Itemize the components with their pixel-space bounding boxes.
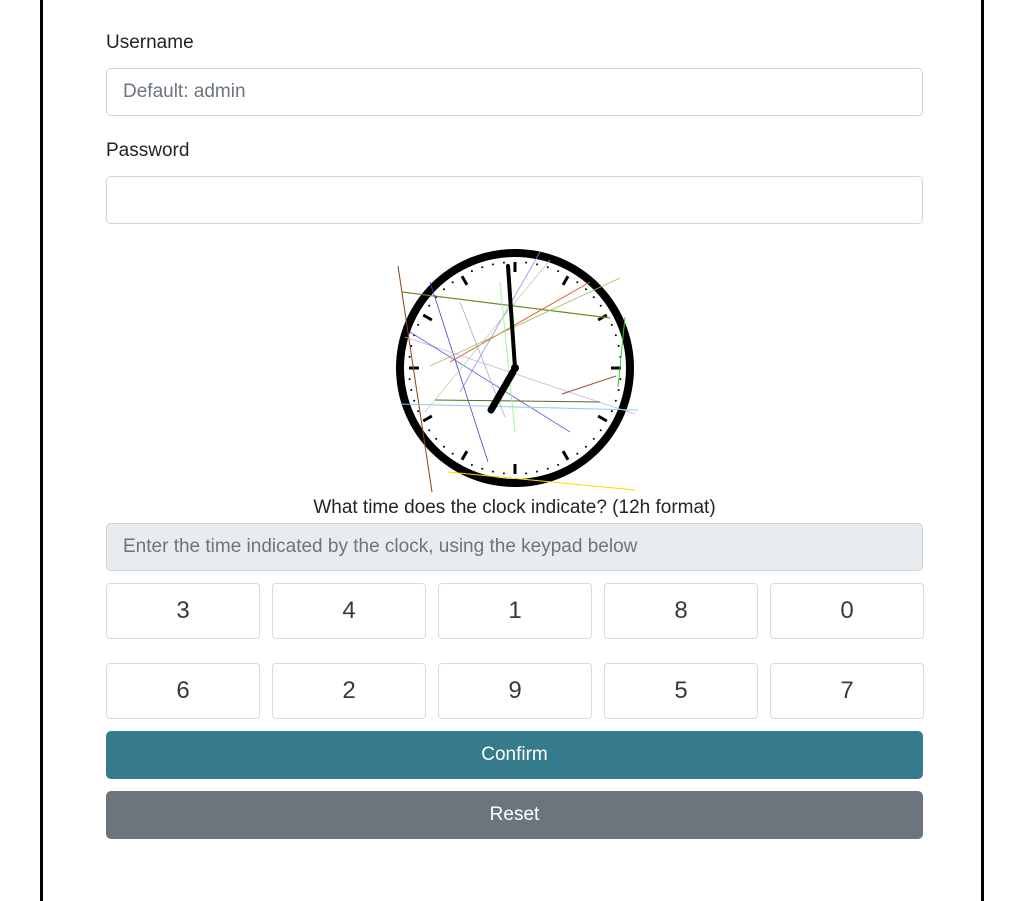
captcha-answer-input[interactable] bbox=[106, 523, 923, 571]
clock-minute-dot bbox=[502, 472, 505, 475]
clock-minute-dot bbox=[481, 266, 484, 269]
clock-minute-dot bbox=[610, 410, 613, 413]
captcha-clock bbox=[390, 242, 640, 494]
clock-minute-dot bbox=[557, 463, 560, 466]
clock-minute-dot bbox=[435, 437, 438, 440]
clock-minute-dot bbox=[619, 378, 622, 381]
confirm-button[interactable]: Confirm bbox=[106, 731, 923, 779]
clock-minute-dot bbox=[576, 281, 579, 284]
keypad-key[interactable]: 7 bbox=[770, 663, 924, 719]
clock-minute-dot bbox=[428, 304, 431, 307]
captcha-question: What time does the clock indicate? (12h … bbox=[313, 497, 716, 518]
clock-minute-dot bbox=[525, 472, 528, 475]
password-input[interactable] bbox=[106, 176, 923, 224]
clock-minute-dot bbox=[592, 296, 595, 299]
clock-minute-dot bbox=[491, 263, 494, 266]
clock-minute-dot bbox=[546, 266, 549, 269]
clock-minute-dot bbox=[481, 467, 484, 470]
clock-minute-dot bbox=[470, 270, 473, 273]
clock-minute-dot bbox=[443, 288, 446, 291]
clock-minute-dot bbox=[470, 463, 473, 466]
clock-minute-dot bbox=[584, 288, 587, 291]
clock-minute-dot bbox=[413, 399, 416, 402]
keypad-key[interactable]: 4 bbox=[272, 583, 426, 639]
clock-minute-dot bbox=[610, 323, 613, 326]
keypad-key[interactable]: 2 bbox=[272, 663, 426, 719]
reset-button[interactable]: Reset bbox=[106, 791, 923, 839]
keypad-key[interactable]: 3 bbox=[106, 583, 260, 639]
clock-minute-dot bbox=[417, 323, 420, 326]
clock-minute-dot bbox=[491, 470, 494, 473]
clock-minute-dot bbox=[617, 389, 620, 392]
clock-minute-dot bbox=[614, 399, 617, 402]
clock-minute-dot bbox=[599, 304, 602, 307]
clock-minute-dot bbox=[417, 410, 420, 413]
clock-minute-dot bbox=[617, 344, 620, 347]
clock-minute-dot bbox=[536, 470, 539, 473]
clock-minute-dot bbox=[525, 261, 528, 264]
clock-minute-dot bbox=[451, 452, 454, 455]
clock-minute-dot bbox=[546, 467, 549, 470]
keypad-key[interactable]: 6 bbox=[106, 663, 260, 719]
clock-minute-dot bbox=[557, 270, 560, 273]
clock-minute-dot bbox=[408, 378, 411, 381]
keypad-key[interactable]: 1 bbox=[438, 583, 592, 639]
keypad-key[interactable]: 5 bbox=[604, 663, 758, 719]
clock-image bbox=[396, 249, 639, 493]
keypad-key[interactable]: 8 bbox=[604, 583, 758, 639]
username-input[interactable] bbox=[106, 68, 923, 116]
keypad-key[interactable]: 9 bbox=[438, 663, 592, 719]
clock-minute-dot bbox=[502, 261, 505, 264]
username-label: Username bbox=[106, 32, 194, 53]
clock-minute-dot bbox=[451, 281, 454, 284]
clock-minute-dot bbox=[428, 429, 431, 432]
clock-minute-dot bbox=[443, 445, 446, 448]
clock-minute-dot bbox=[592, 437, 595, 440]
clock-minute-dot bbox=[614, 334, 617, 337]
clock-minute-dot bbox=[599, 429, 602, 432]
password-label: Password bbox=[106, 140, 190, 161]
clock-minute-dot bbox=[536, 263, 539, 266]
clock-minute-dot bbox=[576, 452, 579, 455]
keypad-key[interactable]: 0 bbox=[770, 583, 924, 639]
clock-minute-dot bbox=[410, 389, 413, 392]
clock-minute-dot bbox=[408, 355, 411, 358]
clock-minute-dot bbox=[584, 445, 587, 448]
